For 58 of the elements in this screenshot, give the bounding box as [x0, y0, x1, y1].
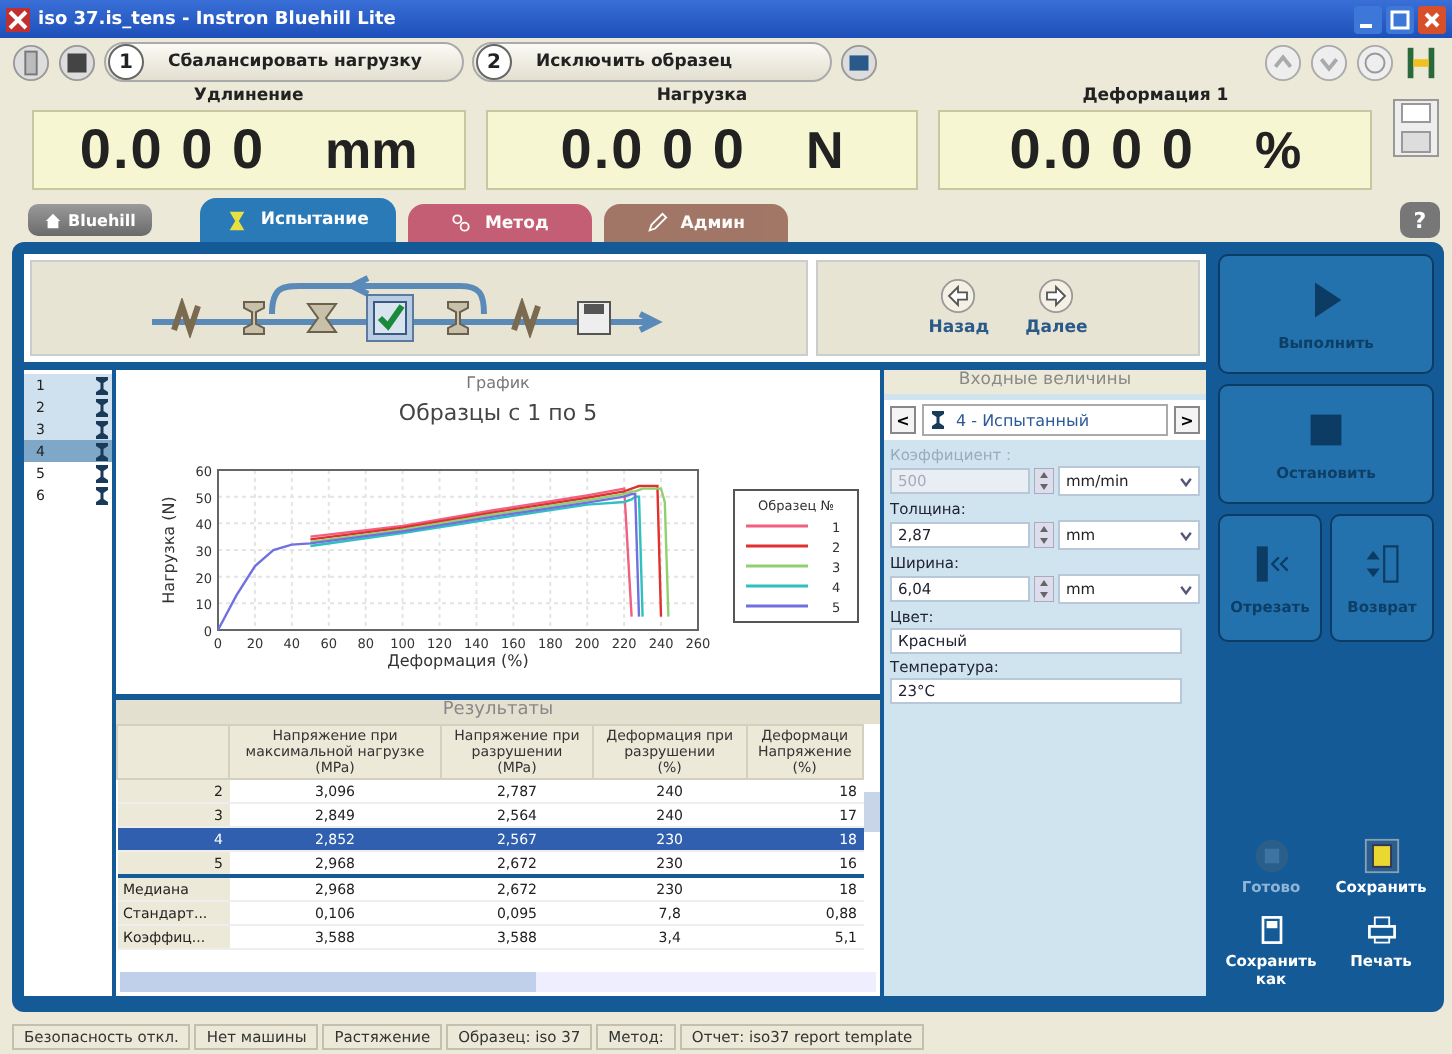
monitor-icon[interactable] — [840, 43, 878, 81]
checklist-icon — [369, 298, 409, 338]
people-icon — [450, 212, 473, 234]
close-icon[interactable] — [1418, 5, 1446, 33]
chart-title: Образцы с 1 по 5 — [398, 400, 598, 426]
readout-unit: mm — [325, 119, 418, 181]
panel-title: Входные величины — [884, 370, 1206, 394]
nav-button[interactable]: Назад — [928, 278, 990, 338]
panel-title: Результаты — [116, 700, 880, 724]
workflow-step[interactable] — [367, 296, 411, 340]
specimen-icon — [226, 209, 249, 231]
floppy-icon — [573, 298, 613, 338]
specimen-selector[interactable]: 4 - Испытанный — [922, 404, 1168, 436]
readout-value: 0.0 0 0 — [1009, 118, 1195, 182]
step-button[interactable]: 2 Исключить образец — [472, 42, 832, 82]
help-button[interactable]: ? — [1400, 202, 1440, 238]
maximize-icon[interactable] — [1386, 5, 1414, 33]
tab[interactable]: Испытание — [199, 198, 396, 242]
minimize-icon[interactable] — [1354, 5, 1382, 33]
scrollbar[interactable] — [120, 972, 876, 992]
scrollbar[interactable] — [864, 792, 880, 832]
next-button[interactable]: > — [1174, 406, 1200, 434]
readout-unit: N — [805, 119, 844, 181]
panel-icon[interactable] — [58, 43, 96, 81]
clamp-icon — [301, 298, 341, 338]
home-button[interactable]: Bluehill — [28, 204, 152, 236]
panel-title: График — [466, 374, 530, 392]
pencil-icon — [646, 212, 669, 234]
specimen-name: 4 - Испытанный — [956, 411, 1090, 429]
readout-value: 0.0 0 0 — [560, 118, 746, 182]
x-axis-title: Деформация (%) — [387, 652, 529, 670]
floppy-icon — [1363, 838, 1399, 874]
device-icon[interactable] — [12, 43, 50, 81]
home-icon — [44, 211, 62, 229]
spinner[interactable] — [1034, 468, 1054, 494]
specimen-icon — [932, 410, 944, 430]
app-icon — [6, 7, 30, 31]
nav-button[interactable]: Далее — [1025, 278, 1088, 338]
tab[interactable]: Метод — [407, 204, 592, 242]
readout-label: Удлинение — [193, 86, 304, 110]
floppy-icon[interactable] — [1392, 98, 1441, 158]
readout-unit: % — [1254, 119, 1302, 181]
y-axis-title: Нагрузка (N) — [160, 496, 178, 604]
readout-label: Деформация 1 — [1082, 86, 1229, 110]
window-title: iso 37.is_tens - Instron Bluehill Lite — [38, 9, 396, 29]
previous-button[interactable]: < — [890, 406, 916, 434]
step-button[interactable]: 1 Сбалансировать нагрузку — [104, 42, 464, 82]
readout-label: Нагрузка — [656, 86, 748, 110]
printer-icon — [1363, 912, 1399, 948]
zigzag-icon — [505, 298, 545, 338]
legend-box — [733, 489, 859, 623]
spinner[interactable] — [1034, 576, 1054, 602]
frame-icon[interactable] — [1402, 43, 1440, 81]
tab[interactable]: Админ — [603, 204, 788, 242]
zigzag-icon — [165, 298, 205, 338]
workflow-step[interactable] — [571, 296, 615, 340]
spinner[interactable] — [1034, 522, 1054, 548]
readout-value: 0.0 0 0 — [79, 118, 266, 182]
